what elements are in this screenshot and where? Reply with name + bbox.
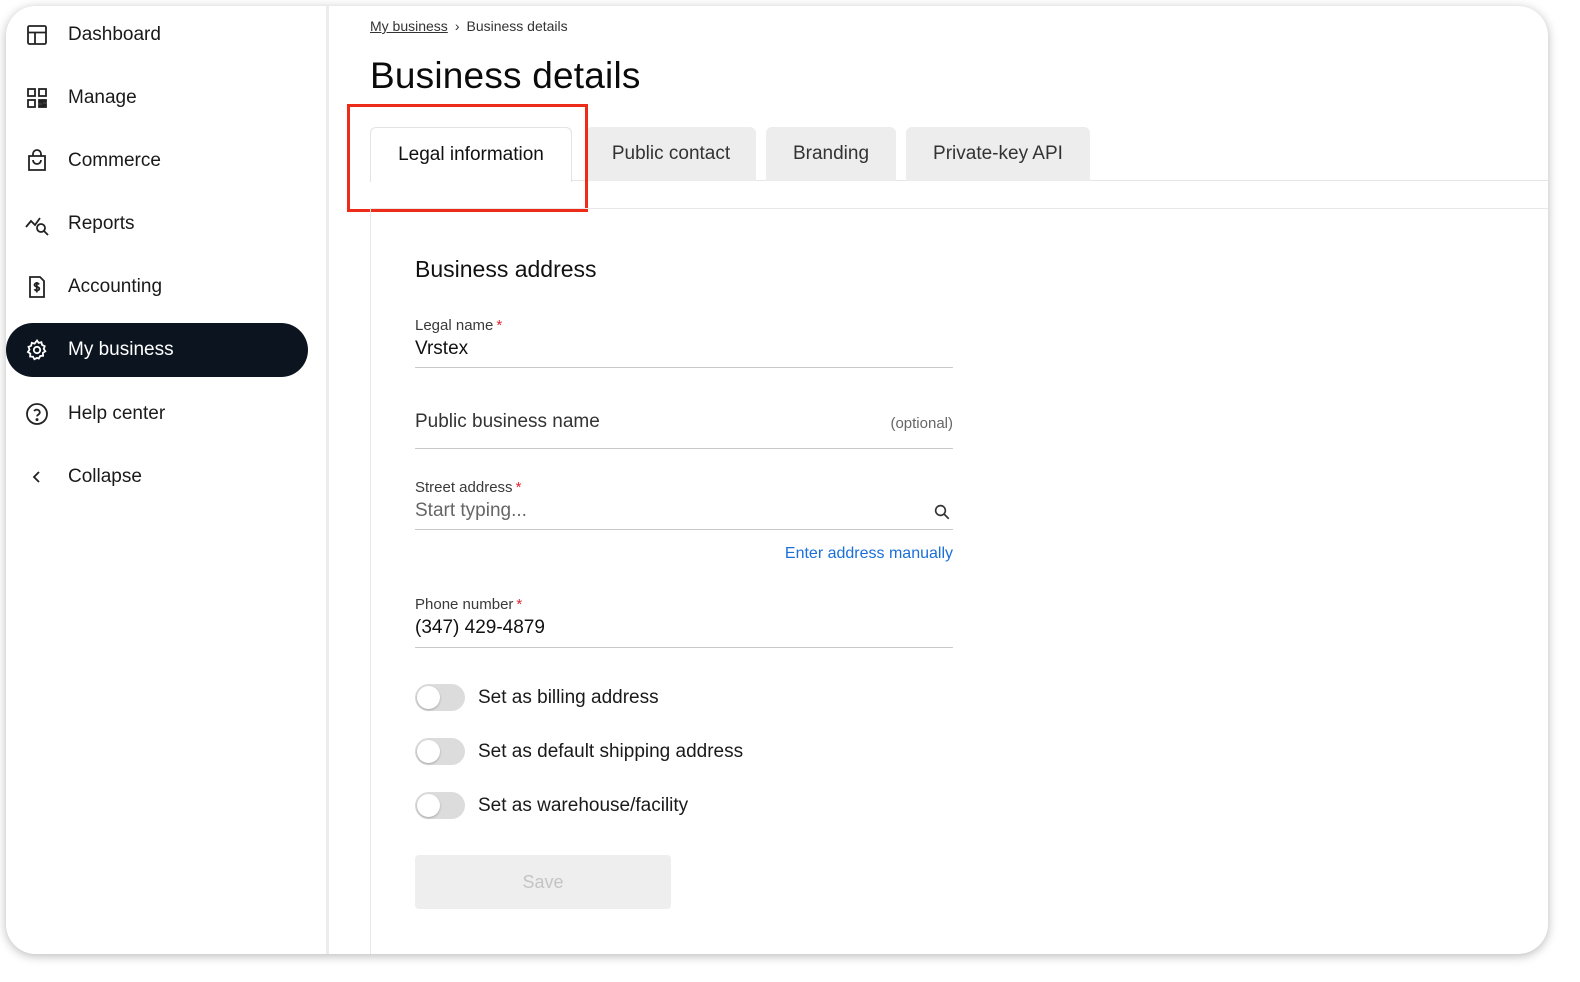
phone-number-value: (347) 429-4879 bbox=[415, 617, 545, 638]
billing-address-switch[interactable] bbox=[415, 684, 465, 711]
sidebar-item-dashboard[interactable]: Dashboard bbox=[6, 8, 308, 62]
sidebar-item-manage[interactable]: Manage bbox=[6, 71, 308, 125]
warehouse-facility-switch[interactable] bbox=[415, 792, 465, 819]
toggle-label: Set as billing address bbox=[478, 686, 659, 708]
default-shipping-switch[interactable] bbox=[415, 738, 465, 765]
chevron-left-icon bbox=[32, 471, 40, 483]
sidebar-item-help-center[interactable]: Help center bbox=[6, 387, 308, 441]
help-circle-icon bbox=[26, 403, 48, 425]
dashboard-icon bbox=[27, 25, 47, 45]
switch-knob bbox=[417, 794, 440, 817]
breadcrumb-link-my-business[interactable]: My business bbox=[370, 18, 448, 34]
tab-branding[interactable]: Branding bbox=[766, 127, 896, 181]
toggle-default-shipping[interactable]: Set as default shipping address bbox=[415, 738, 743, 765]
phone-number-field[interactable]: Phone number * (347) 429-4879 bbox=[415, 596, 953, 648]
toggle-label: Set as warehouse/facility bbox=[478, 794, 689, 816]
sidebar-collapse-button[interactable]: Collapse bbox=[6, 450, 308, 504]
public-business-name-field[interactable]: Public business name (optional) bbox=[415, 411, 953, 449]
gear-icon bbox=[26, 338, 47, 361]
qr-grid-icon bbox=[27, 88, 47, 108]
phone-number-label: Phone number * bbox=[415, 596, 523, 613]
enter-address-manually-link[interactable]: Enter address manually bbox=[785, 545, 953, 563]
required-mark: * bbox=[516, 596, 523, 613]
sidebar: Dashboard Manage Commerce Reports Accoun… bbox=[6, 6, 329, 954]
sidebar-item-label: My business bbox=[68, 339, 174, 360]
public-business-name-label: Public business name bbox=[415, 411, 600, 432]
invoice-dollar-icon bbox=[29, 276, 45, 298]
sidebar-item-label: Help center bbox=[68, 403, 166, 424]
switch-knob bbox=[417, 686, 440, 709]
sidebar-item-label: Accounting bbox=[68, 276, 163, 297]
shopping-bag-icon bbox=[28, 149, 46, 171]
enter-manually-row: Enter address manually bbox=[415, 545, 953, 567]
breadcrumb-separator: › bbox=[454, 18, 460, 34]
toggle-billing-address[interactable]: Set as billing address bbox=[415, 684, 659, 711]
sidebar-item-label: Collapse bbox=[68, 466, 142, 487]
street-address-label: Street address * bbox=[415, 479, 522, 496]
legal-name-value: Vrstex bbox=[415, 338, 469, 359]
tab-public-contact[interactable]: Public contact bbox=[586, 127, 756, 181]
sidebar-item-reports[interactable]: Reports bbox=[6, 197, 308, 251]
tab-private-key-api[interactable]: Private-key API bbox=[906, 127, 1090, 181]
save-button[interactable]: Save bbox=[415, 855, 671, 909]
breadcrumb: My business › Business details bbox=[370, 18, 568, 34]
app-window: Dashboard Manage Commerce Reports Accoun… bbox=[6, 6, 1548, 954]
required-mark: * bbox=[515, 479, 522, 496]
sidebar-item-my-business[interactable]: My business bbox=[6, 323, 308, 377]
search-icon[interactable] bbox=[933, 503, 951, 521]
breadcrumb-current: Business details bbox=[466, 18, 568, 34]
chart-search-icon bbox=[25, 217, 49, 236]
switch-knob bbox=[417, 740, 440, 763]
sidebar-item-label: Dashboard bbox=[68, 24, 161, 45]
required-mark: * bbox=[496, 317, 503, 334]
sidebar-item-label: Manage bbox=[68, 87, 137, 108]
sidebar-item-commerce[interactable]: Commerce bbox=[6, 134, 308, 188]
page-title: Business details bbox=[370, 55, 641, 96]
highlight-box bbox=[347, 104, 588, 212]
optional-hint: (optional) bbox=[890, 415, 953, 432]
legal-name-label: Legal name * bbox=[415, 317, 503, 334]
toggle-label: Set as default shipping address bbox=[478, 740, 744, 762]
sidebar-item-accounting[interactable]: Accounting bbox=[6, 260, 308, 314]
section-title: Business address bbox=[415, 256, 597, 282]
street-address-placeholder: Start typing... bbox=[415, 500, 527, 521]
toggle-warehouse-facility[interactable]: Set as warehouse/facility bbox=[415, 792, 688, 819]
legal-name-field[interactable]: Legal name * Vrstex bbox=[415, 317, 953, 368]
sidebar-item-label: Reports bbox=[68, 213, 135, 234]
sidebar-item-label: Commerce bbox=[68, 150, 161, 171]
street-address-field[interactable]: Street address * Start typing... bbox=[415, 479, 953, 530]
